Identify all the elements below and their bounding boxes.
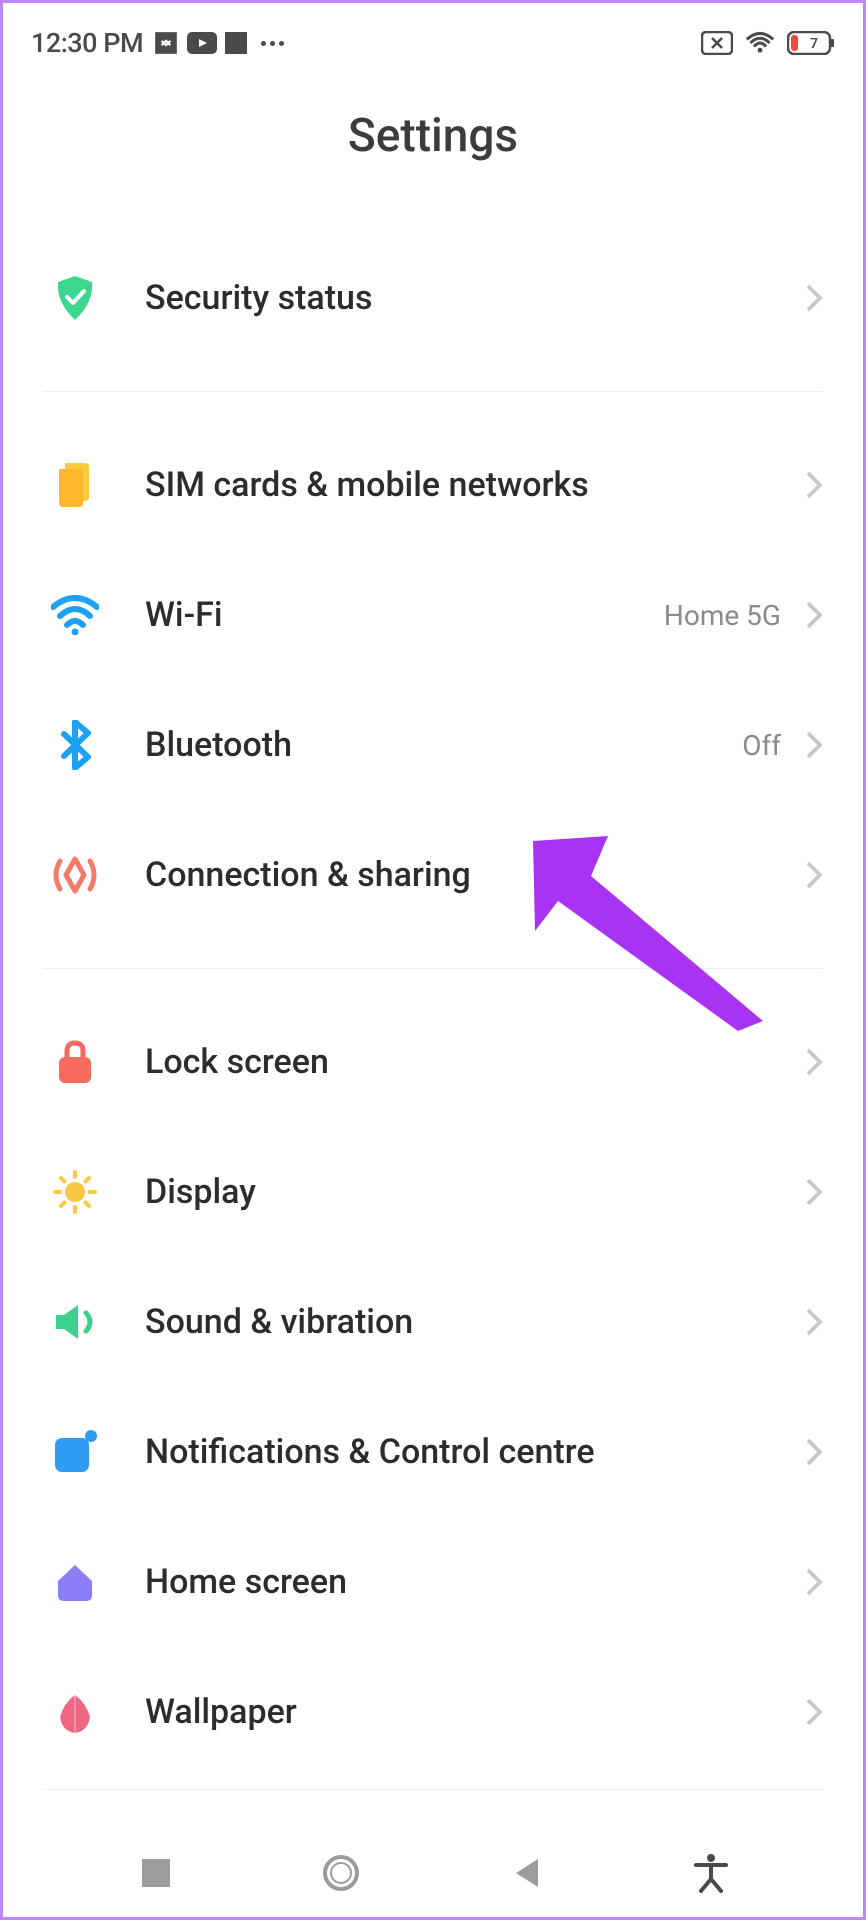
battery-icon: 7 <box>787 31 835 55</box>
nav-home-button[interactable] <box>316 1848 366 1898</box>
settings-row-home-screen[interactable]: Home screen <box>3 1517 863 1647</box>
no-sim-icon <box>701 31 733 55</box>
sync-icon <box>153 30 179 56</box>
sim-card-icon <box>49 459 101 511</box>
settings-row-notifications[interactable]: Notifications & Control centre <box>3 1387 863 1517</box>
settings-row-sim[interactable]: SIM cards & mobile networks <box>3 420 863 550</box>
settings-row-wallpaper[interactable]: Wallpaper <box>3 1647 863 1777</box>
settings-row-label: Lock screen <box>145 1042 805 1082</box>
settings-row-label: Home screen <box>145 1562 805 1602</box>
youtube-icon <box>187 32 217 54</box>
chevron-right-icon <box>805 860 823 890</box>
chevron-right-icon <box>805 1177 823 1207</box>
status-right: 7 <box>701 31 835 55</box>
settings-row-sound[interactable]: Sound & vibration <box>3 1257 863 1387</box>
group-divider <box>43 391 823 392</box>
settings-row-value: Off <box>742 729 781 762</box>
status-notification-icons <box>153 30 284 56</box>
status-time: 12:30 PM <box>31 27 143 59</box>
brightness-icon <box>49 1166 101 1218</box>
settings-row-label: Security status <box>145 278 805 318</box>
speaker-icon <box>49 1296 101 1348</box>
group-divider <box>43 1789 823 1790</box>
settings-group-1: SIM cards & mobile networks Wi-Fi Home 5… <box>3 420 863 940</box>
chevron-right-icon <box>805 730 823 760</box>
settings-group-2: Lock screen Display Sound & vibration No… <box>3 997 863 1777</box>
bluetooth-icon <box>49 719 101 771</box>
nav-back-button[interactable] <box>501 1848 551 1898</box>
page-title: Settings <box>3 109 863 163</box>
settings-row-security-status[interactable]: Security status <box>3 233 863 363</box>
chevron-right-icon <box>805 1697 823 1727</box>
navigation-bar <box>3 1829 863 1917</box>
nav-recent-button[interactable] <box>131 1848 181 1898</box>
more-notifications-icon <box>261 41 284 46</box>
wifi-icon <box>745 31 775 55</box>
group-divider <box>43 968 823 969</box>
lock-icon <box>49 1036 101 1088</box>
settings-row-bluetooth[interactable]: Bluetooth Off <box>3 680 863 810</box>
settings-row-value: Home 5G <box>664 599 781 632</box>
settings-row-wifi[interactable]: Wi-Fi Home 5G <box>3 550 863 680</box>
notification-tile-icon <box>49 1426 101 1478</box>
chevron-right-icon <box>805 600 823 630</box>
wallpaper-icon <box>49 1686 101 1738</box>
settings-row-lock-screen[interactable]: Lock screen <box>3 997 863 1127</box>
settings-row-label: Wi-Fi <box>145 595 664 635</box>
settings-row-label: Wallpaper <box>145 1692 805 1732</box>
connection-sharing-icon <box>49 849 101 901</box>
home-icon <box>49 1556 101 1608</box>
status-left: 12:30 PM <box>31 27 284 59</box>
status-bar: 12:30 PM 7 <box>3 3 863 73</box>
settings-row-label: Sound & vibration <box>145 1302 805 1342</box>
settings-row-label: SIM cards & mobile networks <box>145 465 805 505</box>
settings-row-label: Bluetooth <box>145 725 742 765</box>
settings-row-label: Notifications & Control centre <box>145 1432 805 1472</box>
svg-text:7: 7 <box>810 36 818 52</box>
chevron-right-icon <box>805 1047 823 1077</box>
settings-row-label: Display <box>145 1172 805 1212</box>
shield-check-icon <box>49 272 101 324</box>
settings-row-display[interactable]: Display <box>3 1127 863 1257</box>
settings-group-0: Security status <box>3 233 863 363</box>
nav-accessibility-button[interactable] <box>686 1848 736 1898</box>
wifi-icon <box>49 589 101 641</box>
chevron-right-icon <box>805 1567 823 1597</box>
square-icon <box>225 32 247 54</box>
page-header: Settings <box>3 73 863 233</box>
chevron-right-icon <box>805 1437 823 1467</box>
settings-row-connection-sharing[interactable]: Connection & sharing <box>3 810 863 940</box>
chevron-right-icon <box>805 1307 823 1337</box>
settings-row-label: Connection & sharing <box>145 855 805 895</box>
chevron-right-icon <box>805 283 823 313</box>
chevron-right-icon <box>805 470 823 500</box>
